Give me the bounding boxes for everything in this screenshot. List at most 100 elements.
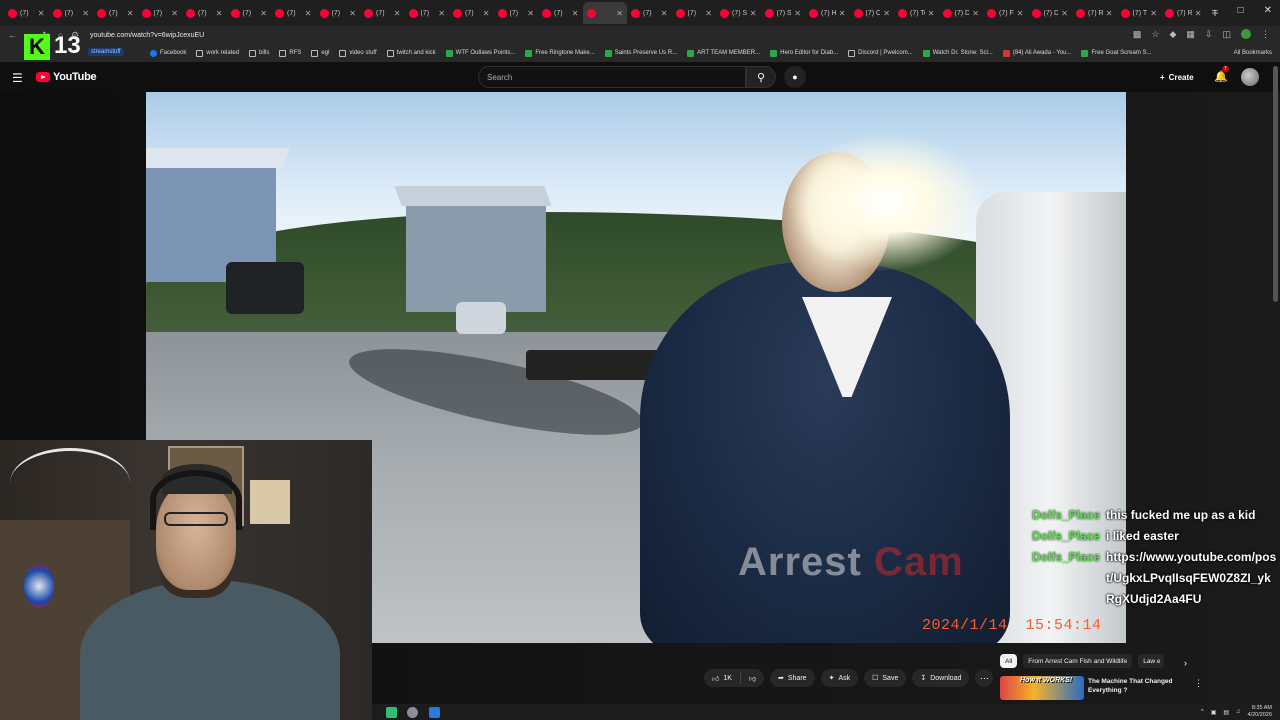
tab-close-icon[interactable]: ✕ (38, 9, 45, 18)
tab-close-icon[interactable]: ✕ (305, 9, 312, 18)
tab-close-icon[interactable]: ✕ (972, 9, 979, 18)
sidebar-icon[interactable]: ◫ (1222, 29, 1231, 40)
browser-tab[interactable]: (7) ✕ (360, 2, 405, 24)
browser-tab[interactable]: (7) ✕ (49, 2, 94, 24)
save-button[interactable]: ☐ Save (864, 669, 907, 687)
profile-avatar[interactable] (1241, 29, 1251, 39)
bookmark-star-icon[interactable]: ☆ (1151, 29, 1159, 40)
bookmark-item[interactable]: Free Goat Scream S... (1081, 49, 1152, 57)
tray-chevron-icon[interactable]: ^ (1201, 709, 1204, 715)
bookmark-item[interactable]: Hero Editor for Diab... (770, 49, 838, 57)
search-button[interactable]: ⚲ (746, 66, 776, 88)
bookmark-item[interactable]: RFS (279, 49, 301, 57)
bookmark-item[interactable]: Free Ringtone Make... (525, 49, 595, 57)
page-scrollbar[interactable] (1273, 66, 1278, 302)
browser-menu-icon[interactable]: ⋮ (1261, 29, 1270, 40)
settings-gear-icon[interactable] (407, 707, 418, 718)
tab-close-icon[interactable]: ✕ (705, 9, 712, 18)
browser-tab[interactable]: (7) Flirt✕ (983, 2, 1028, 24)
tray-app-icon[interactable]: ▣ (1211, 709, 1217, 716)
youtube-logo[interactable]: YouTube (36, 71, 97, 83)
browser-tab[interactable]: (7) Driv✕ (939, 2, 984, 24)
back-icon[interactable]: ← (8, 30, 17, 41)
browser-tab[interactable]: (7) Ron✕ (1072, 2, 1117, 24)
account-avatar[interactable] (1241, 68, 1259, 86)
tab-close-icon[interactable]: ✕ (661, 9, 668, 18)
browser-tab[interactable]: (7) Tec✕ (894, 2, 939, 24)
close-icon[interactable]: ✕ (1264, 5, 1272, 16)
recommended-title[interactable]: The Machine That Changed Everything ? (1088, 677, 1188, 695)
browser-tab[interactable]: (7) ✕ (93, 2, 138, 24)
browser-tab[interactable]: (7) ✕ (138, 2, 183, 24)
filter-chip[interactable]: From Arrest Cam Fish and Wildlife (1023, 654, 1133, 668)
browser-tab[interactable]: (7) ✕ (4, 2, 49, 24)
browser-tab[interactable]: (7) ✕ (627, 2, 672, 24)
tab-close-icon[interactable]: ✕ (127, 9, 134, 18)
tab-close-icon[interactable]: ✕ (260, 9, 267, 18)
browser-tab[interactable]: (7) She✕ (716, 2, 761, 24)
bookmark-item[interactable]: WTF Outlaws Points... (445, 49, 515, 57)
network-icon[interactable]: ▤ (1223, 709, 1229, 716)
chevron-right-icon[interactable]: › (1184, 658, 1187, 668)
browser-tab[interactable]: (7) ✕ (271, 2, 316, 24)
browser-tab[interactable]: (7) Spo✕ (761, 2, 806, 24)
browser-tab[interactable]: (7) ✕ (182, 2, 227, 24)
bookmark-item[interactable]: Watch Dr. Stone: Sci... (922, 49, 993, 57)
tab-close-icon[interactable]: ✕ (794, 9, 801, 18)
tab-close-icon[interactable]: ✕ (394, 9, 401, 18)
bookmark-item[interactable]: egl (311, 49, 329, 57)
browser-tab[interactable]: (7) Rec✕ (1161, 2, 1206, 24)
recommended-video[interactable]: How It WORKS! The Machine That Changed E… (1000, 676, 1270, 700)
voice-search-button[interactable]: ● (784, 66, 806, 88)
tab-close-icon[interactable]: ✕ (750, 9, 757, 18)
tab-close-icon[interactable]: ✕ (1017, 9, 1024, 18)
app-icon-blue[interactable] (429, 707, 440, 718)
tab-close-icon[interactable]: ✕ (438, 9, 445, 18)
volume-icon[interactable]: ♫ (1236, 709, 1241, 715)
share-button[interactable]: ➦ Share (770, 669, 815, 687)
tab-close-icon[interactable]: ✕ (616, 9, 623, 18)
download-icon[interactable]: ⇩ (1205, 29, 1213, 40)
app-icon-green[interactable] (386, 707, 397, 718)
all-bookmarks[interactable]: All Bookmarks (1234, 50, 1272, 56)
tab-close-icon[interactable]: ✕ (171, 9, 178, 18)
extension-icon[interactable]: ◆ (1170, 29, 1177, 40)
browser-tab[interactable]: (7) ✕ (227, 2, 272, 24)
filter-chip[interactable]: Law e (1138, 654, 1165, 668)
tab-close-icon[interactable]: ✕ (572, 9, 579, 18)
tab-close-icon[interactable]: ✕ (883, 9, 890, 18)
tab-close-icon[interactable]: ✕ (928, 9, 935, 18)
tab-close-icon[interactable]: ✕ (1195, 9, 1202, 18)
tab-close-icon[interactable]: ✕ (1061, 9, 1068, 18)
tab-close-icon[interactable]: ✕ (1106, 9, 1113, 18)
tab-close-icon[interactable]: ✕ (82, 9, 89, 18)
recommended-thumbnail[interactable]: How It WORKS! (1000, 676, 1084, 700)
bookmark-item[interactable]: ART TEAM MEMBER... (687, 49, 760, 57)
minimize-icon[interactable]: – (1212, 5, 1218, 16)
browser-tab[interactable]: (7) Cod✕ (850, 2, 895, 24)
bookmark-item[interactable]: Facebook (150, 49, 186, 57)
install-icon[interactable]: ▩ (1133, 29, 1142, 40)
url-field[interactable]: youtube.com/watch?v=6wipJcexuEU (90, 32, 204, 39)
search-input[interactable]: Search (478, 66, 746, 88)
streamstuff-tab-group[interactable]: streamstuff (88, 48, 124, 56)
bookmark-item[interactable]: twitch and kick (386, 49, 436, 57)
ask-button[interactable]: ✦ Ask (820, 669, 859, 687)
menu-icon[interactable]: ☰ (12, 71, 23, 85)
maximize-icon[interactable]: □ (1238, 5, 1244, 16)
bookmark-item[interactable]: video stuff (339, 49, 377, 57)
recommended-more-icon[interactable]: ⋮ (1194, 678, 1203, 689)
browser-tab[interactable]: (7) The✕ (1117, 2, 1162, 24)
tab-close-icon[interactable]: ✕ (483, 9, 490, 18)
browser-tab[interactable]: (7) ✕ (405, 2, 450, 24)
browser-tab[interactable]: (7) ✕ (449, 2, 494, 24)
browser-tab[interactable]: (7) ✕ (672, 2, 717, 24)
dislike-button[interactable]: 👎︎ (741, 674, 764, 683)
tab-close-icon[interactable]: ✕ (216, 9, 223, 18)
browser-tab[interactable]: ✕ (582, 2, 627, 24)
tab-close-icon[interactable]: ✕ (527, 9, 534, 18)
bookmark-item[interactable]: Saints Preserve Us R... (604, 49, 677, 57)
browser-tab[interactable]: (7) Dev✕ (1028, 2, 1073, 24)
browser-tab[interactable]: (7) ✕ (538, 2, 583, 24)
create-button[interactable]: + Create (1160, 68, 1194, 86)
